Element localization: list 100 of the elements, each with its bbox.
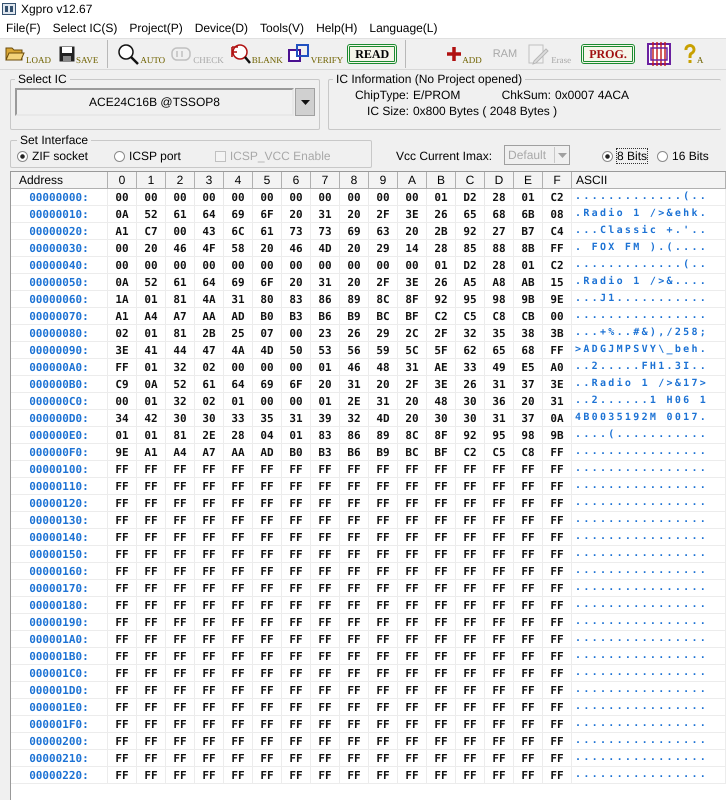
byte-cell: FF	[398, 562, 426, 580]
byte-cell: FF	[514, 546, 542, 562]
column-header[interactable]: 7	[310, 172, 340, 188]
column-header[interactable]: 5	[252, 172, 282, 188]
column-header[interactable]: 0	[108, 172, 136, 188]
column-header[interactable]: 4	[224, 172, 252, 188]
byte-cell: 20	[282, 274, 310, 290]
byte-cell: FF	[252, 716, 282, 732]
byte-cell: 00	[398, 256, 426, 274]
dropdown-button[interactable]	[295, 88, 315, 116]
menu-item[interactable]: Tools(V)	[254, 21, 310, 35]
byte-cell: 64	[194, 206, 224, 222]
toolbar-button[interactable]: VERIFY	[286, 41, 344, 67]
byte-cell: FF	[542, 682, 572, 698]
byte-cell: 3E	[398, 274, 426, 290]
byte-cell: C8	[514, 444, 542, 460]
column-header[interactable]: A	[398, 172, 426, 188]
byte-cell: FF	[136, 750, 166, 766]
byte-cell: 2B	[194, 324, 224, 342]
byte-cell: 8C	[398, 426, 426, 444]
radio-button[interactable]	[17, 150, 28, 162]
column-header[interactable]: 9	[368, 172, 398, 188]
ascii-cell: ...Classic +.'..	[572, 222, 726, 240]
toolbar-button[interactable]: ADD	[446, 41, 483, 67]
byte-cell: 37	[514, 376, 542, 392]
byte-cell: FF	[282, 716, 310, 732]
byte-cell: FF	[166, 750, 194, 766]
byte-cell: C4	[542, 222, 572, 240]
radio-label[interactable]: ICSP port	[129, 149, 181, 163]
toolbar-button[interactable]: READ	[347, 44, 398, 64]
column-header[interactable]: 1	[136, 172, 166, 188]
column-header[interactable]: 8	[340, 172, 368, 188]
menu-item[interactable]: Project(P)	[123, 21, 189, 35]
column-header[interactable]: F	[542, 172, 572, 188]
byte-cell: FF	[252, 664, 282, 682]
radio-button[interactable]	[114, 150, 126, 162]
byte-cell: FF	[368, 580, 398, 596]
byte-cell: 30	[456, 392, 484, 410]
byte-cell: FF	[368, 614, 398, 630]
column-header[interactable]: 6	[282, 172, 310, 188]
byte-cell: 52	[136, 274, 166, 290]
toolbar-button[interactable]: AUTO	[116, 41, 166, 67]
byte-cell: 00	[310, 256, 340, 274]
byte-cell: FF	[426, 460, 456, 478]
column-header[interactable]: B	[426, 172, 456, 188]
ascii-cell: >ADGJMPSVY\_beh.	[572, 342, 726, 358]
byte-cell: FF	[542, 546, 572, 562]
byte-cell: FF	[108, 750, 136, 766]
toolbar-button[interactable]: A	[682, 41, 704, 67]
byte-cell: C9	[108, 376, 136, 392]
radio-label[interactable]: 8 Bits	[617, 149, 648, 163]
byte-cell: FF	[426, 546, 456, 562]
byte-cell: 4A	[224, 342, 252, 358]
byte-cell: FF	[368, 528, 398, 546]
address-cell: 000000D0:	[11, 410, 108, 426]
byte-cell: FF	[340, 766, 368, 784]
radio-label[interactable]: ZIF socket	[32, 149, 88, 163]
toolbar-button[interactable]: LOAD	[4, 41, 52, 67]
byte-cell: FF	[398, 766, 426, 784]
byte-cell: FF	[310, 698, 340, 716]
byte-cell: FF	[224, 732, 252, 750]
toolbar-button[interactable]: PROG.	[581, 44, 635, 64]
radio-button[interactable]	[657, 150, 668, 162]
pencil-icon	[528, 43, 550, 65]
byte-cell: FF	[108, 664, 136, 682]
byte-cell: FF	[282, 460, 310, 478]
byte-cell: 4D	[310, 240, 340, 256]
byte-cell: FF	[252, 630, 282, 648]
column-header[interactable]: D	[484, 172, 514, 188]
menu-item[interactable]: Device(D)	[188, 21, 254, 35]
byte-cell: FF	[252, 494, 282, 512]
column-header[interactable]: ASCII	[572, 172, 726, 188]
menu-item[interactable]: Select IC(S)	[46, 21, 124, 35]
ic-field[interactable]: ACE24C16B @TSSOP8	[15, 88, 294, 116]
byte-cell: B6	[310, 308, 340, 324]
byte-cell: 31	[398, 358, 426, 376]
byte-cell: FF	[136, 562, 166, 580]
byte-cell: C2	[426, 308, 456, 324]
radio-label[interactable]: 16 Bits	[672, 149, 709, 163]
byte-cell: 32	[340, 410, 368, 426]
byte-cell: FF	[456, 682, 484, 698]
ascii-cell: ................	[572, 580, 726, 596]
menu-item[interactable]: Help(H)	[310, 21, 364, 35]
toolbar-button[interactable]: SAVE	[58, 41, 100, 67]
column-header[interactable]: E	[514, 172, 542, 188]
column-header[interactable]: 3	[194, 172, 224, 188]
column-header[interactable]: 2	[166, 172, 194, 188]
column-header[interactable]: Address	[11, 172, 108, 188]
byte-cell: FF	[426, 664, 456, 682]
byte-cell: 20	[340, 274, 368, 290]
byte-cell: 31	[484, 376, 514, 392]
toolbar-button[interactable]: BLANK	[228, 41, 284, 67]
column-header[interactable]: C	[456, 172, 484, 188]
byte-cell: FF	[484, 716, 514, 732]
byte-cell: FF	[340, 750, 368, 766]
menu-item[interactable]: File(F)	[0, 21, 47, 35]
byte-cell: FF	[368, 460, 398, 478]
radio-button[interactable]	[602, 150, 614, 162]
menu-item[interactable]: Language(L)	[363, 21, 444, 35]
byte-cell: 3E	[398, 206, 426, 222]
